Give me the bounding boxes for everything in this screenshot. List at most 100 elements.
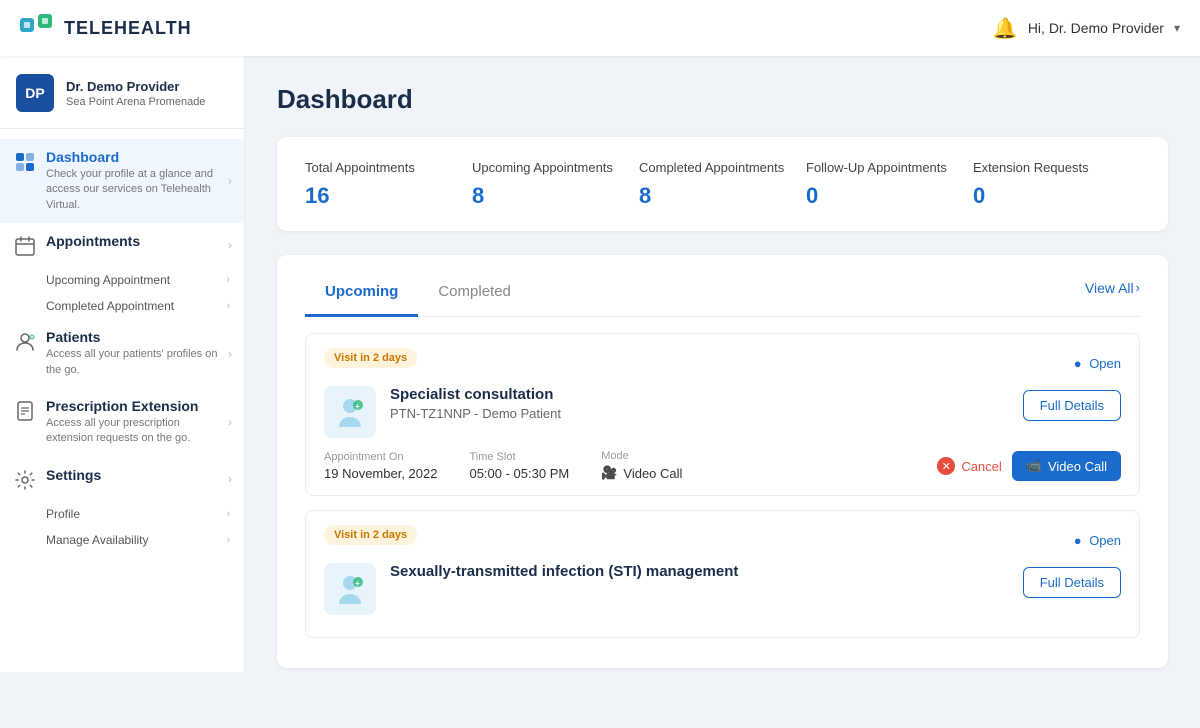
logo-icon	[20, 14, 56, 42]
sidebar-nav: Dashboard Check your profile at a glance…	[0, 129, 244, 672]
svg-text:+: +	[355, 402, 360, 411]
appointments-nav-content: Appointments	[46, 233, 230, 249]
topnav-right: 🔔 Hi, Dr. Demo Provider ▾	[993, 16, 1180, 41]
view-all-chevron-icon: ›	[1136, 280, 1140, 295]
full-details-button[interactable]: Full Details	[1023, 567, 1121, 598]
status-dot-icon: ●	[1074, 356, 1082, 371]
main-layout: DP Dr. Demo Provider Sea Point Arena Pro…	[0, 56, 1200, 672]
main-content: Dashboard Total Appointments 16 Upcoming…	[245, 56, 1200, 672]
stat-extension-value: 0	[973, 183, 1120, 209]
appointment-card: Visit in 2 days ● Open +	[305, 333, 1140, 496]
video-call-mode-icon: 🎥	[601, 465, 617, 481]
stat-completed-label: Completed Appointments	[639, 159, 786, 177]
profile-sub-chevron-icon: ›	[226, 508, 230, 520]
sidebar-sub-manage-availability[interactable]: Manage Availability ›	[0, 527, 244, 553]
stat-followup-value: 0	[806, 183, 953, 209]
profile-location: Sea Point Arena Promenade	[66, 96, 205, 108]
user-menu-chevron-icon[interactable]: ▾	[1174, 21, 1180, 35]
notification-bell-icon[interactable]: 🔔	[993, 16, 1018, 41]
specialist-icon: +	[331, 393, 369, 431]
stat-upcoming-value: 8	[472, 183, 619, 209]
cancel-icon: ✕	[937, 457, 955, 475]
appointment-title: Sexually-transmitted infection (STI) man…	[390, 563, 738, 580]
appointment-list: Visit in 2 days ● Open +	[305, 317, 1140, 668]
page-title: Dashboard	[277, 84, 1168, 115]
patients-nav-desc: Access all your patients' profiles on th…	[46, 347, 230, 378]
calendar-icon	[14, 235, 36, 257]
stat-total-value: 16	[305, 183, 452, 209]
visit-badge: Visit in 2 days	[324, 525, 417, 545]
settings-nav-title: Settings	[46, 467, 230, 483]
tabs-header: Upcoming Completed View All ›	[305, 255, 1140, 317]
cancel-button[interactable]: ✕ Cancel	[937, 457, 1001, 475]
dashboard-nav-desc: Check your profile at a glance and acces…	[46, 167, 230, 213]
status-dot-icon: ●	[1074, 533, 1082, 548]
sidebar-profile: DP Dr. Demo Provider Sea Point Arena Pro…	[0, 56, 244, 129]
video-call-button-icon: 📹	[1026, 458, 1042, 474]
svg-text:+: +	[355, 579, 360, 588]
stat-followup-appointments: Follow-Up Appointments 0	[806, 159, 973, 209]
stat-total-label: Total Appointments	[305, 159, 452, 177]
sidebar-sub-upcoming-appointment[interactable]: Upcoming Appointment ›	[0, 267, 244, 293]
dashboard-chevron-icon: ›	[228, 174, 232, 188]
video-call-button[interactable]: 📹 Video Call	[1012, 451, 1121, 481]
stat-extension-label: Extension Requests	[973, 159, 1120, 177]
card-details: Appointment On 19 November, 2022 Time Sl…	[324, 450, 1121, 481]
appointment-title: Specialist consultation	[390, 386, 561, 403]
card-identity: + Specialist consultation PTN-TZ1NNP - D…	[324, 386, 1121, 438]
sidebar-item-patients[interactable]: Patients Access all your patients' profi…	[0, 319, 244, 388]
sidebar-sub-completed-appointment[interactable]: Completed Appointment ›	[0, 293, 244, 319]
profile-info: Dr. Demo Provider Sea Point Arena Promen…	[66, 79, 205, 108]
dashboard-nav-content: Dashboard Check your profile at a glance…	[46, 149, 230, 213]
stat-completed-appointments: Completed Appointments 8	[639, 159, 806, 209]
status-badge: ● Open	[1074, 356, 1121, 371]
sidebar-item-dashboard[interactable]: Dashboard Check your profile at a glance…	[0, 139, 244, 223]
sidebar-item-prescription-extension[interactable]: Prescription Extension Access all your p…	[0, 388, 244, 457]
sidebar-item-appointments[interactable]: Appointments ›	[0, 223, 244, 267]
tab-upcoming[interactable]: Upcoming	[305, 273, 418, 317]
appointments-nav-title: Appointments	[46, 233, 230, 249]
completed-sub-chevron-icon: ›	[226, 300, 230, 312]
settings-icon	[14, 469, 36, 491]
stat-upcoming-label: Upcoming Appointments	[472, 159, 619, 177]
availability-sub-chevron-icon: ›	[226, 534, 230, 546]
appointment-type-icon: +	[324, 563, 376, 615]
settings-nav-content: Settings	[46, 467, 230, 483]
patients-chevron-icon: ›	[228, 347, 232, 361]
patients-nav-title: Patients	[46, 329, 230, 345]
upcoming-sub-chevron-icon: ›	[226, 274, 230, 286]
tabs-list: Upcoming Completed	[305, 273, 531, 316]
prescription-icon	[14, 400, 36, 422]
profile-name: Dr. Demo Provider	[66, 79, 205, 94]
sidebar: DP Dr. Demo Provider Sea Point Arena Pro…	[0, 56, 245, 672]
stat-followup-label: Follow-Up Appointments	[806, 159, 953, 177]
full-details-button[interactable]: Full Details	[1023, 390, 1121, 421]
mode-label: Mode	[601, 450, 682, 462]
stats-card: Total Appointments 16 Upcoming Appointme…	[277, 137, 1168, 231]
sidebar-sub-profile[interactable]: Profile ›	[0, 501, 244, 527]
time-slot-value: 05:00 - 05:30 PM	[469, 466, 569, 481]
appointment-type-icon: +	[324, 386, 376, 438]
user-greeting: Hi, Dr. Demo Provider	[1028, 20, 1164, 36]
dashboard-nav-title: Dashboard	[46, 149, 230, 165]
time-slot-label: Time Slot	[469, 451, 569, 463]
appointment-on-value: 19 November, 2022	[324, 466, 437, 481]
stat-total-appointments: Total Appointments 16	[305, 159, 472, 209]
card-identity: + Sexually-transmitted infection (STI) m…	[324, 563, 1121, 615]
prescription-nav-title: Prescription Extension	[46, 398, 230, 414]
prescription-chevron-icon: ›	[228, 415, 232, 429]
patients-nav-content: Patients Access all your patients' profi…	[46, 329, 230, 378]
prescription-nav-desc: Access all your prescription extension r…	[46, 416, 230, 447]
stat-upcoming-appointments: Upcoming Appointments 8	[472, 159, 639, 209]
status-badge: ● Open	[1074, 533, 1121, 548]
sidebar-item-settings[interactable]: Settings ›	[0, 457, 244, 501]
view-all-button[interactable]: View All ›	[1085, 280, 1140, 310]
logo[interactable]: TELEHEALTH	[20, 14, 192, 42]
appointments-chevron-icon: ›	[228, 238, 232, 252]
prescription-nav-content: Prescription Extension Access all your p…	[46, 398, 230, 447]
logo-text: TELEHEALTH	[64, 18, 192, 39]
sti-icon: +	[331, 570, 369, 608]
tab-completed[interactable]: Completed	[418, 273, 531, 317]
appointment-card: Visit in 2 days ● Open +	[305, 510, 1140, 638]
avatar: DP	[16, 74, 54, 112]
